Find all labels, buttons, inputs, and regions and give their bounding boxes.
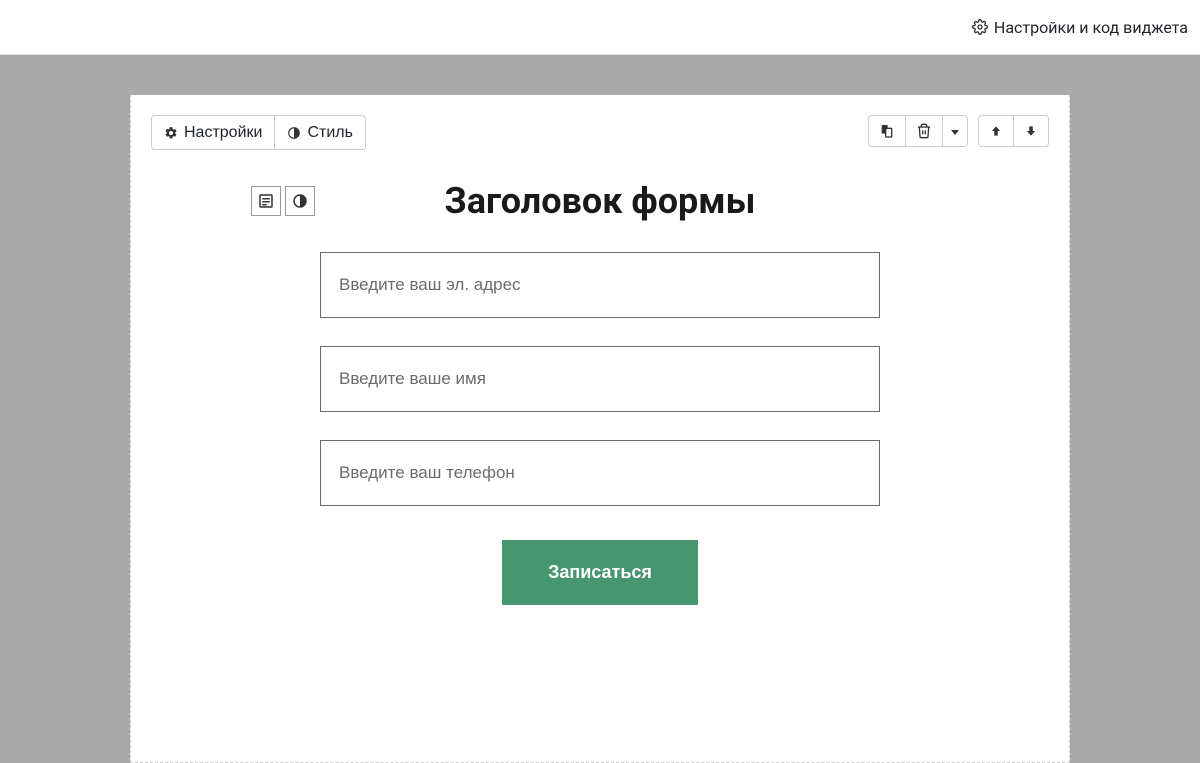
contrast-icon: [291, 192, 309, 210]
email-field[interactable]: [320, 252, 880, 318]
app-header: Настройки и код виджета: [0, 0, 1200, 55]
trash-icon: [916, 123, 932, 139]
gear-icon: [164, 126, 178, 140]
arrow-down-icon: [1024, 124, 1038, 138]
move-down-button[interactable]: [1014, 115, 1049, 147]
settings-style-group: Настройки Стиль: [151, 115, 366, 150]
title-row: Заголовок формы: [151, 180, 1049, 222]
style-button-label: Стиль: [307, 123, 353, 142]
style-button[interactable]: Стиль: [275, 115, 366, 150]
widget-toolbar: Настройки Стиль: [151, 115, 1049, 150]
widget-settings-link[interactable]: Настройки и код виджета: [972, 18, 1188, 37]
copy-icon: [879, 123, 895, 139]
toolbar-left: Настройки Стиль: [151, 115, 366, 150]
widget-card: Настройки Стиль: [130, 95, 1070, 763]
edit-title-button[interactable]: [251, 186, 281, 216]
gear-icon: [972, 19, 988, 35]
copy-delete-group: [868, 115, 968, 147]
arrow-up-icon: [989, 124, 1003, 138]
canvas-area: Настройки Стиль: [0, 55, 1200, 763]
copy-button[interactable]: [868, 115, 906, 147]
submit-button[interactable]: Записаться: [502, 540, 698, 605]
settings-button[interactable]: Настройки: [151, 115, 275, 150]
more-dropdown-button[interactable]: [943, 115, 968, 147]
delete-button[interactable]: [906, 115, 943, 147]
settings-button-label: Настройки: [184, 123, 262, 142]
submit-button-label: Записаться: [548, 562, 652, 582]
move-group: [978, 115, 1049, 147]
caret-down-icon: [951, 130, 959, 135]
move-up-button[interactable]: [978, 115, 1014, 147]
widget-settings-label: Настройки и код виджета: [994, 18, 1188, 37]
toolbar-right: [868, 115, 1049, 147]
title-style-button[interactable]: [285, 186, 315, 216]
form-icon: [257, 192, 275, 210]
name-field[interactable]: [320, 346, 880, 412]
title-mini-tools: [251, 186, 315, 216]
contrast-icon: [287, 126, 301, 140]
phone-field[interactable]: [320, 440, 880, 506]
form-title[interactable]: Заголовок формы: [445, 180, 756, 222]
form-container: Заголовок формы Записаться: [151, 180, 1049, 605]
